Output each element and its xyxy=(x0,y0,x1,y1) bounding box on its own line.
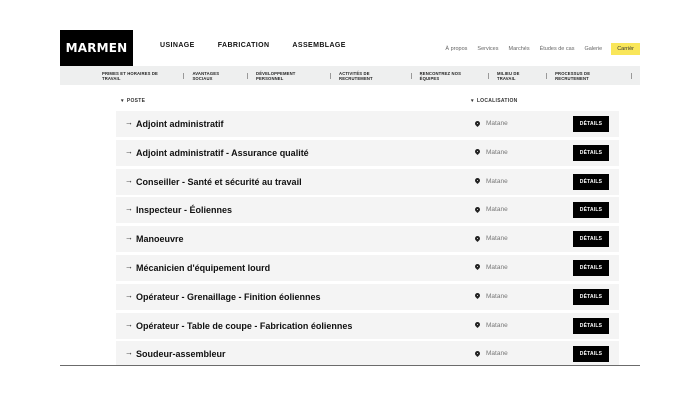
job-title[interactable]: Soudeur-assembleur xyxy=(136,349,226,359)
subnav-divider xyxy=(546,72,548,79)
job-row[interactable]: → Inspecteur - Éoliennes Matane DÉTAILS xyxy=(116,197,619,224)
nav-etudes-de-cas[interactable]: Études de cas xyxy=(540,46,575,52)
subnav-divider xyxy=(183,72,185,79)
details-button[interactable]: DÉTAILS xyxy=(573,173,609,190)
job-location: Matane xyxy=(486,263,508,271)
marmen-logo[interactable]: MARMEN xyxy=(60,30,133,66)
job-title[interactable]: Adjoint administratif - Assurance qualit… xyxy=(136,148,309,158)
arrow-right-icon: → xyxy=(125,290,133,300)
careers-sub-nav: PRIMES ET HORAIRES DE TRAVAIL AVANTAGES … xyxy=(60,66,640,85)
job-title[interactable]: Inspecteur - Éoliennes xyxy=(136,205,232,215)
job-location: Matane xyxy=(486,235,508,243)
job-row[interactable]: → Adjoint administratif - Assurance quali… xyxy=(116,139,619,166)
job-location: Matane xyxy=(486,148,508,156)
arrow-right-icon: → xyxy=(125,118,133,127)
subnav-divider xyxy=(488,72,490,79)
job-row[interactable]: → Manoeuvre Matane DÉTAILS xyxy=(116,226,619,253)
job-title[interactable]: Mécanicien d'équipement lourd xyxy=(136,263,270,273)
arrow-right-icon: → xyxy=(125,204,133,214)
job-location: Matane xyxy=(486,292,508,300)
details-button[interactable]: DÉTAILS xyxy=(573,317,609,334)
nav-assemblage[interactable]: ASSEMBLAGE xyxy=(292,42,345,49)
subnav-milieu-travail[interactable]: MILIEU DE TRAVAIL xyxy=(497,71,538,81)
location-pin-icon xyxy=(473,205,482,213)
job-row[interactable]: → Conseiller - Santé et sécurité au trava… xyxy=(116,168,619,195)
location-pin-icon xyxy=(473,349,482,357)
location-pin-icon xyxy=(473,292,482,300)
job-title[interactable]: Conseiller - Santé et sécurité au travai… xyxy=(136,177,302,187)
nav-services[interactable]: Services xyxy=(477,46,498,52)
location-pin-icon xyxy=(473,234,482,242)
location-pin-icon xyxy=(473,321,482,329)
job-title[interactable]: Manoeuvre xyxy=(136,234,184,244)
page-bottom-border xyxy=(60,365,640,366)
subnav-divider xyxy=(631,72,632,79)
main-nav: USINAGE FABRICATION ASSEMBLAGE xyxy=(160,42,369,49)
job-location: Matane xyxy=(486,177,508,185)
job-row[interactable]: → Opérateur - Table de coupe - Fabricatio… xyxy=(116,312,619,339)
secondary-nav: À propos Services Marchés Études de cas … xyxy=(435,43,640,55)
job-location: Matane xyxy=(486,206,508,214)
arrow-right-icon: → xyxy=(125,233,133,243)
subnav-developpement-personnel[interactable]: DÉVELOPPEMENT PERSONNEL xyxy=(256,71,322,81)
details-button[interactable]: DÉTAILS xyxy=(573,259,609,276)
job-location: Matane xyxy=(486,350,508,358)
arrow-right-icon: → xyxy=(125,348,133,358)
column-header-post-label: POSTE xyxy=(126,98,146,104)
subnav-processus-recrutement[interactable]: PROCESSUS DE RECRUTEMENT xyxy=(555,71,623,81)
job-title[interactable]: Opérateur - Grenaillage - Finition éolie… xyxy=(136,292,321,302)
details-button[interactable]: DÉTAILS xyxy=(573,202,609,219)
subnav-divider xyxy=(247,72,249,79)
nav-carriere-button[interactable]: Carrièr xyxy=(611,43,640,55)
job-title[interactable]: Adjoint administratif xyxy=(136,119,224,129)
details-button[interactable]: DÉTAILS xyxy=(573,231,609,248)
arrow-right-icon: → xyxy=(125,261,133,271)
nav-marches[interactable]: Marchés xyxy=(509,46,530,52)
column-header-location[interactable]: ▾ LOCALISATION xyxy=(471,98,518,104)
nav-usinage[interactable]: USINAGE xyxy=(160,42,195,49)
nav-galerie[interactable]: Galerie xyxy=(584,46,602,52)
nav-fabrication[interactable]: FABRICATION xyxy=(218,42,270,49)
column-header-post[interactable]: ▾ POSTE xyxy=(121,98,145,104)
subnav-activites-recrutement[interactable]: ACTIVITÉS DE RECRUTEMENT xyxy=(339,71,403,81)
details-button[interactable]: DÉTAILS xyxy=(573,346,609,363)
job-title[interactable]: Opérateur - Table de coupe - Fabrication… xyxy=(136,321,352,331)
column-header-location-label: LOCALISATION xyxy=(476,98,518,104)
subnav-rencontrez-equipes[interactable]: RENCONTREZ NOS ÉQUIPES xyxy=(420,71,480,81)
details-button[interactable]: DÉTAILS xyxy=(573,288,609,305)
sort-triangle-icon: ▾ xyxy=(121,98,124,104)
arrow-right-icon: → xyxy=(125,319,133,329)
page-frame: MARMEN USINAGE FABRICATION ASSEMBLAGE À … xyxy=(60,30,640,366)
job-location: Matane xyxy=(486,321,508,329)
site-header: MARMEN USINAGE FABRICATION ASSEMBLAGE À … xyxy=(60,30,640,66)
subnav-divider xyxy=(410,72,412,79)
location-pin-icon xyxy=(473,119,482,127)
location-pin-icon xyxy=(473,177,482,185)
subnav-primes-horaires[interactable]: PRIMES ET HORAIRES DE TRAVAIL xyxy=(102,71,175,81)
nav-a-propos[interactable]: À propos xyxy=(445,46,467,52)
job-row[interactable]: → Soudeur-assembleur Matane DÉTAILS xyxy=(116,341,619,366)
arrow-right-icon: → xyxy=(125,146,133,156)
job-list: → Adjoint administratif Matane DÉTAILS → Adjo… xyxy=(116,111,619,366)
details-button[interactable]: DÉTAILS xyxy=(573,116,609,132)
details-button[interactable]: DÉTAILS xyxy=(573,144,609,161)
job-location: Matane xyxy=(486,120,508,127)
location-pin-icon xyxy=(473,148,482,156)
arrow-right-icon: → xyxy=(125,175,133,185)
sort-triangle-icon: ▾ xyxy=(471,98,474,104)
location-pin-icon xyxy=(473,263,482,271)
subnav-divider xyxy=(330,72,332,79)
job-row[interactable]: → Mécanicien d'équipement lourd Matane DÉTA… xyxy=(116,254,619,281)
subnav-avantages-sociaux[interactable]: AVANTAGES SOCIAUX xyxy=(192,71,239,81)
job-row[interactable]: → Opérateur - Grenaillage - Finition éoli… xyxy=(116,283,619,310)
job-row[interactable]: → Adjoint administratif Matane DÉTAILS xyxy=(116,111,619,137)
